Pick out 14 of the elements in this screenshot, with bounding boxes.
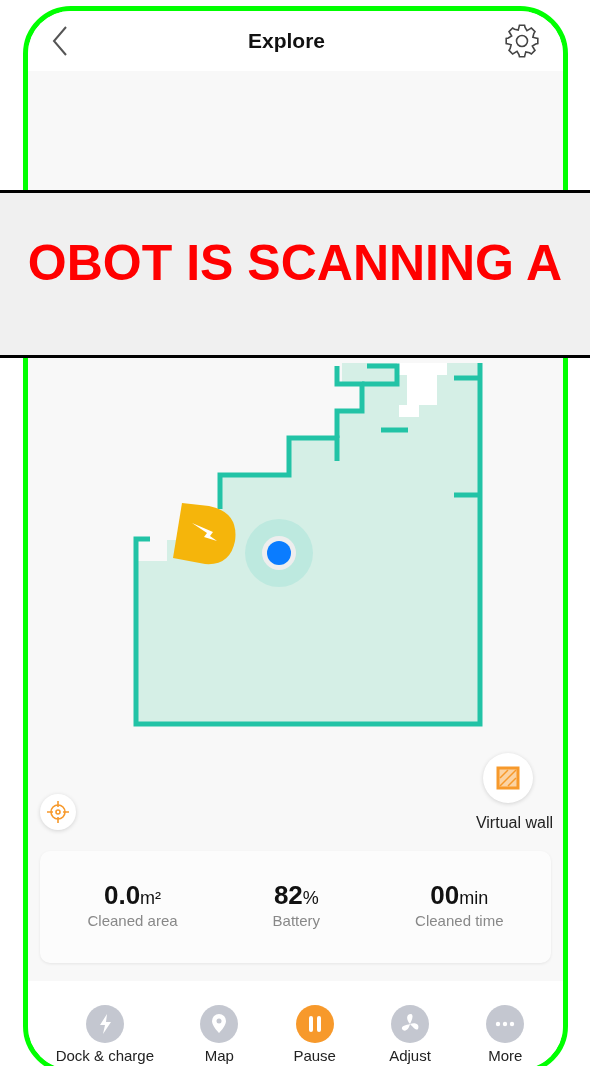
- stat-label: Battery: [272, 911, 321, 932]
- stat-value: 00min: [430, 881, 489, 911]
- stat-value: 0.0m²: [103, 881, 162, 911]
- stat-value: 82%: [273, 881, 319, 911]
- screen-title: Explore: [248, 28, 325, 55]
- nav-button[interactable]: Pause: [284, 1005, 345, 1066]
- nav-button[interactable]: Map: [189, 1005, 250, 1066]
- scanning-banner: OBOT IS SCANNING A: [0, 190, 590, 358]
- stat-label: Cleaned area: [87, 911, 178, 932]
- virtual-wall-label: Virtual wall: [475, 813, 553, 833]
- stat-label: Cleaned time: [415, 911, 504, 932]
- nav-button[interactable]: More: [475, 1005, 536, 1066]
- nav-button[interactable]: Dock & charge: [55, 1005, 155, 1066]
- nav-button[interactable]: Adjust: [380, 1005, 440, 1066]
